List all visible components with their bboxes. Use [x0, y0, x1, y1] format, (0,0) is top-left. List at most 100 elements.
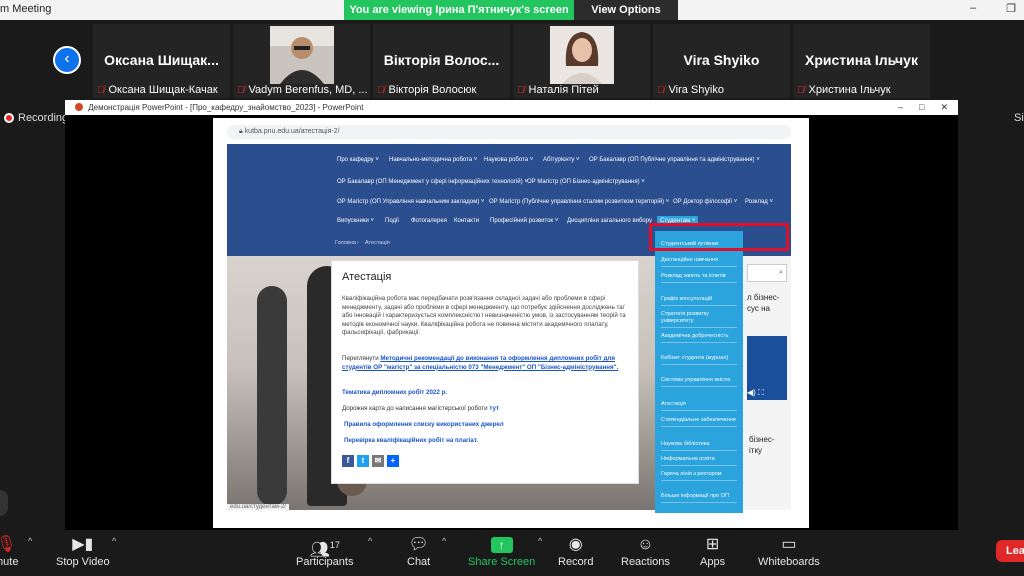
ppt-maximize-icon[interactable]: □	[919, 100, 924, 115]
plagiarism-check-link[interactable]: Перевірка кваліфікаційних робіт на плагі…	[344, 437, 478, 444]
status-url: edu.ua/студентам-2/	[227, 504, 289, 510]
share-screen-icon: ↑	[490, 537, 513, 553]
ppt-close-icon[interactable]: ✕	[940, 100, 948, 115]
nav-item[interactable]: ОР Доктор філософії ˅	[673, 199, 737, 205]
nav-item[interactable]: ОР Магістр (Публічне управління сталим р…	[489, 199, 669, 205]
search-icon[interactable]: ⌕	[747, 264, 787, 282]
nav-item[interactable]: Розклад ˅	[745, 199, 773, 205]
dropdown-item[interactable]: Більше інформації про ОП	[661, 493, 737, 503]
video-controls[interactable]: ◀) ⛶	[747, 388, 764, 398]
participant-tile[interactable]: Вікторія Волос... 🎙̸ Вікторія Волосюк	[373, 24, 510, 98]
roadmap-link[interactable]: тут	[489, 405, 499, 412]
thematic-link[interactable]: Тематика дипломних робіт 2022 р.	[342, 389, 632, 398]
participants-count: 17	[329, 540, 340, 550]
nav-item[interactable]: ОР Магістр (ОП Управління навчальним зак…	[337, 199, 484, 205]
nav-item[interactable]: Професійний розвиток ˅	[490, 218, 558, 224]
chevron-up-icon[interactable]: ^	[28, 536, 32, 546]
view-options-button[interactable]: View Options	[574, 0, 678, 20]
participant-video	[550, 26, 614, 84]
card-body: Кваліфікаційна робота має передбачати ро…	[342, 295, 626, 336]
participant-tile[interactable]: 🎙̸ Наталія Пітей	[513, 24, 650, 98]
rules-link[interactable]: Правила оформлення списку використаних д…	[344, 421, 504, 428]
nav-item[interactable]: Про кафедру ˅	[337, 157, 379, 163]
dropdown-item[interactable]: Атестація	[661, 401, 737, 411]
leave-button[interactable]: Lea	[996, 540, 1024, 562]
restore-icon[interactable]: ❐	[1006, 2, 1016, 15]
social-buttons: f t ✉ +	[342, 455, 399, 467]
dropdown-item[interactable]: Стипендіальне забезпечення	[661, 417, 737, 427]
whiteboards-button[interactable]: ▭ Whiteboards	[758, 534, 820, 568]
participants-button[interactable]: 👥︎17 Participants	[296, 534, 353, 568]
chat-label: Chat	[407, 556, 431, 568]
facebook-icon[interactable]: f	[342, 455, 354, 467]
dropdown-item[interactable]: Академічна доброчесність	[661, 333, 737, 343]
twitter-icon[interactable]: t	[357, 455, 369, 467]
participant-tile[interactable]: Оксана Шищак... 🎙̸ Оксана Шищак-Качак	[93, 24, 230, 98]
ppt-minimize-icon[interactable]: –	[898, 100, 903, 115]
mic-off-icon: 🎙︎	[0, 536, 17, 553]
reactions-button[interactable]: ☺︎ Reactions	[621, 534, 670, 568]
breadcrumb-home[interactable]: Головна	[335, 240, 356, 246]
email-icon[interactable]: ✉	[372, 455, 384, 467]
browser-url-bar[interactable]: 🔒︎ kutba.pnu.edu.ua/атестація-2/	[227, 125, 791, 139]
participant-tile[interactable]: Vira Shyiko 🎙̸ Vira Shyiko	[653, 24, 790, 98]
participant-big-name: Вікторія Волос...	[383, 52, 500, 68]
nav-item[interactable]: ОР Магістр (ОП Бізнес-адміністрування) ˅	[527, 179, 645, 185]
nav-item[interactable]: Фотогалерея	[411, 218, 447, 224]
nav-item[interactable]: Події	[385, 218, 399, 224]
chevron-up-icon[interactable]: ^	[112, 536, 116, 546]
page-sidebar: ⌕ л бізнес- сус на ◀) ⛶ бізнес- ітку	[743, 256, 791, 510]
card-title: Атестація	[342, 271, 392, 283]
dropdown-item[interactable]: Кабінет студента (журнал)	[661, 355, 737, 365]
mic-off-icon: 🎙̸	[797, 84, 805, 96]
minimize-icon[interactable]: –	[970, 2, 976, 15]
participant-tile[interactable]: Христина Ільчук 🎙̸ Христина Ільчук	[793, 24, 930, 98]
dropdown-item[interactable]: Дистанційне навчання	[661, 257, 737, 267]
roadmap-line: Дорожня карта до написання магістерської…	[342, 405, 632, 414]
dropdown-item[interactable]: Стратегія розвитку університету	[661, 311, 737, 328]
participant-big-name: Оксана Шищак...	[104, 52, 219, 68]
chevron-left-icon[interactable]: ‹	[53, 46, 81, 74]
nav-item[interactable]: ОР Бакалавр (ОП Публічне управління та а…	[589, 157, 760, 163]
participant-name: Vadym Berenfus, MD, ...	[248, 84, 368, 96]
students-dropdown: Студентський путівник Дистанційне навчан…	[655, 231, 743, 513]
dropdown-item[interactable]: Система управління якістю	[661, 377, 737, 387]
nav-item[interactable]: Контакти	[454, 218, 479, 224]
dropdown-item[interactable]: Неформальна освіта	[661, 456, 737, 466]
dropdown-item[interactable]: Графік консультацій	[661, 296, 737, 306]
nav-item[interactable]: Випускники ˅	[337, 218, 374, 224]
recording-indicator[interactable]: Recording	[4, 112, 68, 124]
nav-item[interactable]: Наукова робота ˅	[484, 157, 533, 163]
dropdown-item[interactable]: Наукова бібліотека	[661, 441, 737, 451]
chevron-up-icon[interactable]: ^	[442, 536, 446, 546]
roadmap-prefix: Дорожня карта до написання магістерської…	[342, 405, 488, 412]
participant-tile[interactable]: 🎙̸ Vadym Berenfus, MD, ...	[233, 24, 370, 98]
mic-off-icon: 🎙̸	[237, 84, 245, 96]
record-icon	[4, 113, 14, 123]
chevron-up-icon[interactable]: ^	[368, 536, 372, 546]
dropdown-item[interactable]: Розклад занять та іспитів	[661, 273, 737, 283]
apps-button[interactable]: ⊞ Apps	[700, 534, 725, 568]
window-controls: – ❐	[970, 2, 1016, 15]
reactions-label: Reactions	[621, 556, 670, 568]
apps-label: Apps	[700, 556, 726, 568]
side-handle[interactable]	[0, 490, 8, 516]
powerpoint-title: Демонстрація PowerPoint - [Про_кафедру_з…	[88, 103, 364, 112]
nav-item[interactable]: Дисципліни загального вибору	[567, 218, 652, 224]
guidelines-link[interactable]: Методичні рекомендації до виконання та о…	[342, 355, 618, 371]
stop-video-label: Stop Video	[56, 556, 110, 568]
mute-button[interactable]: 🎙︎ mute	[0, 534, 18, 568]
nav-item[interactable]: ОР Бакалавр (ОП Менеджмент у сфері інфор…	[337, 179, 528, 185]
share-screen-button[interactable]: ↑ Share Screen	[468, 534, 535, 568]
dropdown-item[interactable]: Гаряча лінія з ректором	[661, 471, 737, 481]
participants-strip: ‹ Оксана Шищак... 🎙̸ Оксана Шищак-Качак 🎙…	[0, 20, 1024, 100]
share-icon[interactable]: +	[387, 455, 399, 467]
nav-item[interactable]: Навчально-методична робота ˅	[389, 157, 477, 163]
chat-button[interactable]: 💬︎ Chat	[407, 534, 430, 568]
record-button[interactable]: ◉ Record	[558, 534, 593, 568]
chevron-up-icon[interactable]: ^	[538, 536, 542, 546]
stop-video-button[interactable]: ▶︎▮ Stop Video	[56, 534, 110, 568]
review-prefix: Переглянути	[342, 355, 379, 362]
nav-item[interactable]: Абітурієнту ˅	[543, 157, 580, 163]
whiteboard-icon: ▭	[781, 536, 797, 553]
